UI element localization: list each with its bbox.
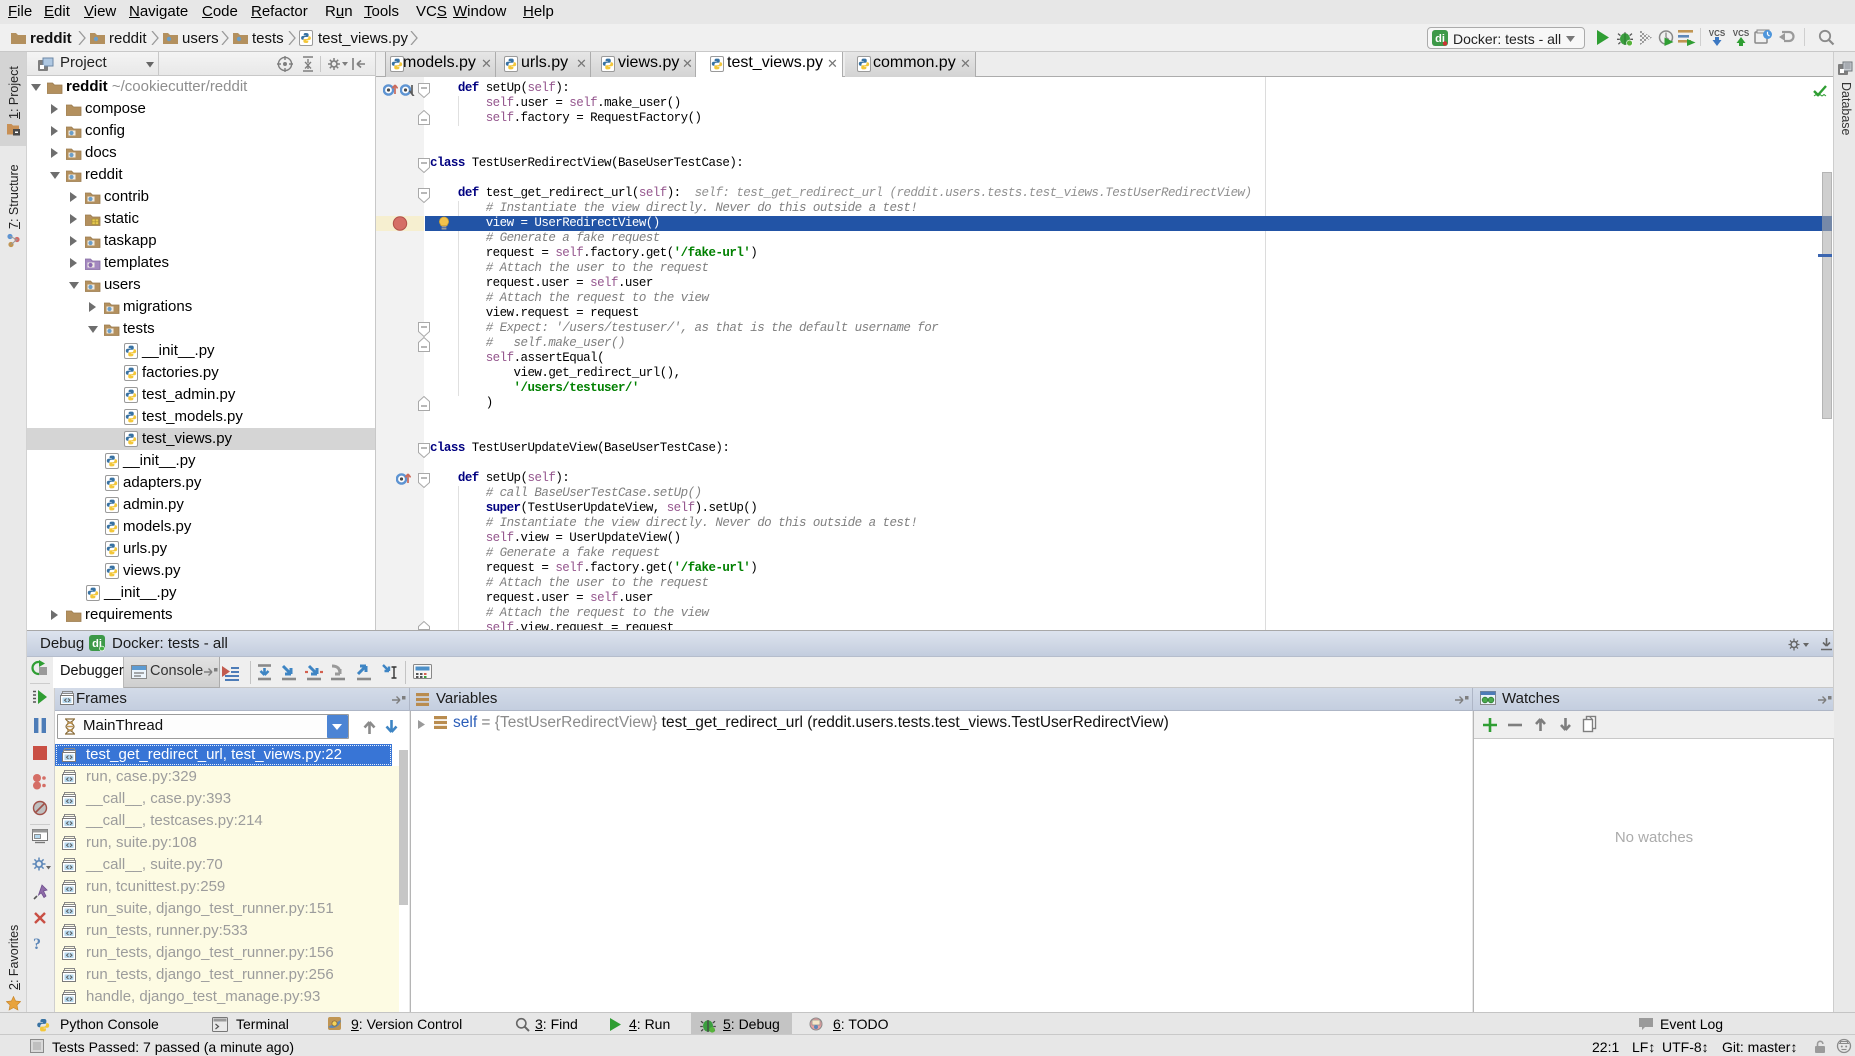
svg-text:VCS: VCS — [1733, 29, 1750, 38]
svg-text:VCS: VCS — [1709, 29, 1726, 38]
